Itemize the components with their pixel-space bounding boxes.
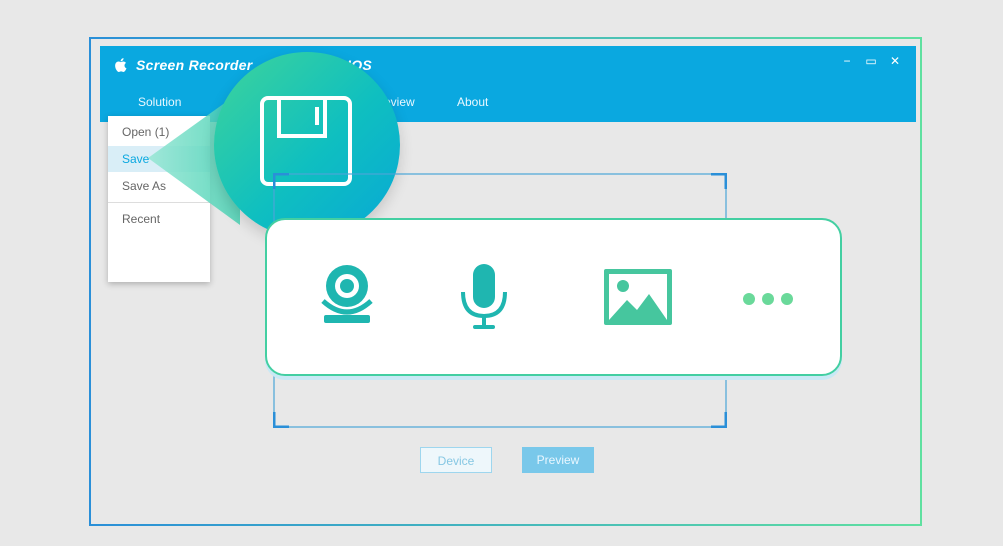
more-dots-icon[interactable] <box>742 292 794 306</box>
apple-icon <box>115 58 127 73</box>
preview-button[interactable]: Preview <box>522 447 594 473</box>
maximize-button[interactable]: ▭ <box>863 53 879 69</box>
webcam-icon[interactable] <box>316 261 378 325</box>
menu-solution[interactable]: Solution <box>138 95 181 109</box>
title-bar: Screen Recorder IOS − ▭ ✕ <box>100 46 916 86</box>
device-button[interactable]: Device <box>420 447 492 473</box>
app-title: Screen Recorder <box>136 57 253 73</box>
close-button[interactable]: ✕ <box>887 53 903 69</box>
dropdown-item-save-as[interactable]: Save As <box>108 173 210 199</box>
image-icon[interactable] <box>603 268 673 326</box>
dropdown-item-save[interactable]: Save <box>108 146 210 172</box>
minimize-button[interactable]: − <box>839 53 855 69</box>
microphone-icon[interactable] <box>459 262 509 330</box>
dropdown-item-open[interactable]: Open (1) <box>108 119 210 145</box>
dropdown-divider <box>108 202 210 203</box>
menu-about[interactable]: About <box>457 95 488 109</box>
solution-dropdown: Open (1) Save Save As Recent <box>108 116 210 282</box>
dropdown-item-recent[interactable]: Recent <box>108 206 210 232</box>
